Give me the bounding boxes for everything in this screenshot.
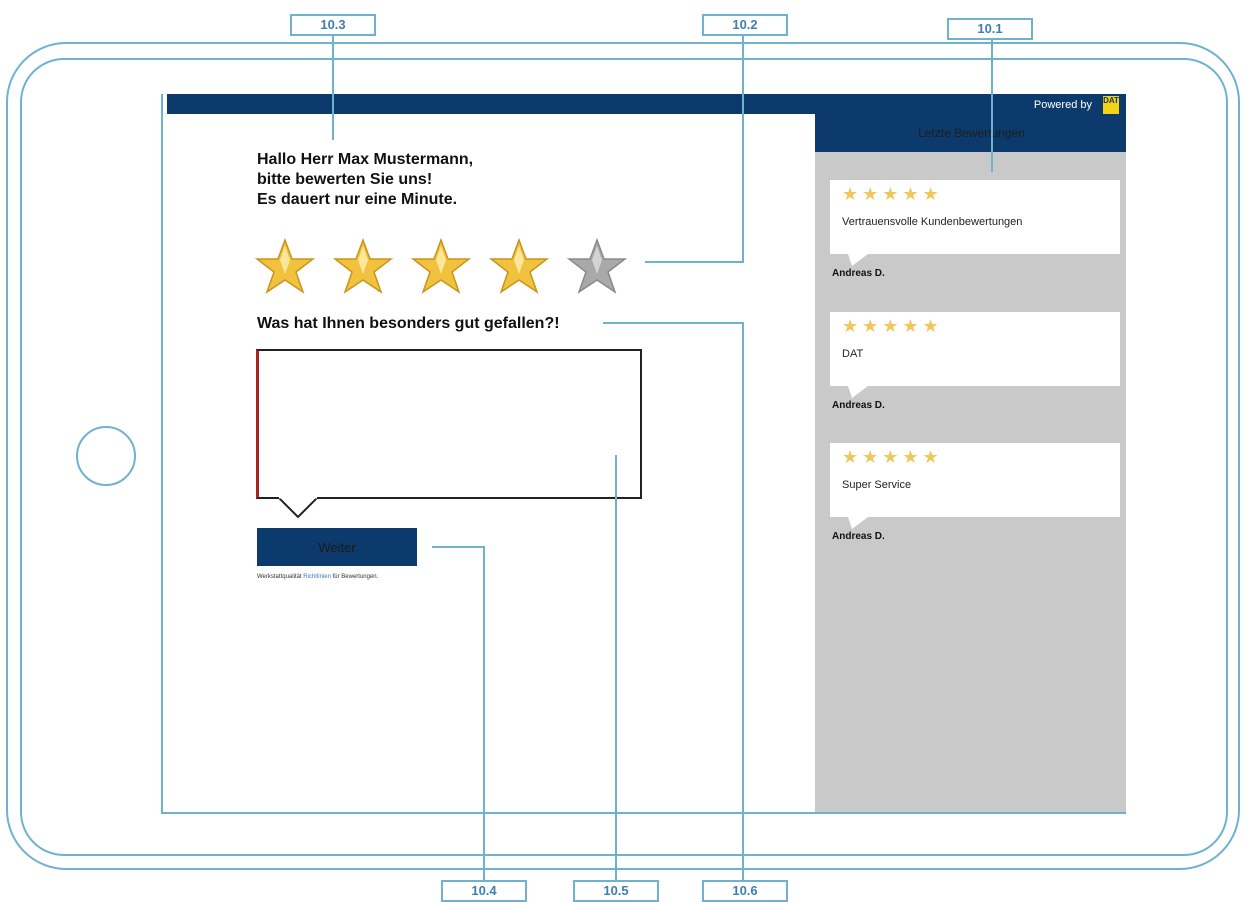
annotation-10-3: 10.3 — [290, 14, 376, 36]
annotation-10-5: 10.5 — [573, 880, 659, 902]
annotation-10-6: 10.6 — [702, 880, 788, 902]
annotation-lines — [332, 35, 993, 880]
annotation-10-2: 10.2 — [702, 14, 788, 36]
annotation-10-4: 10.4 — [441, 880, 527, 902]
annotation-10-1: 10.1 — [947, 18, 1033, 40]
